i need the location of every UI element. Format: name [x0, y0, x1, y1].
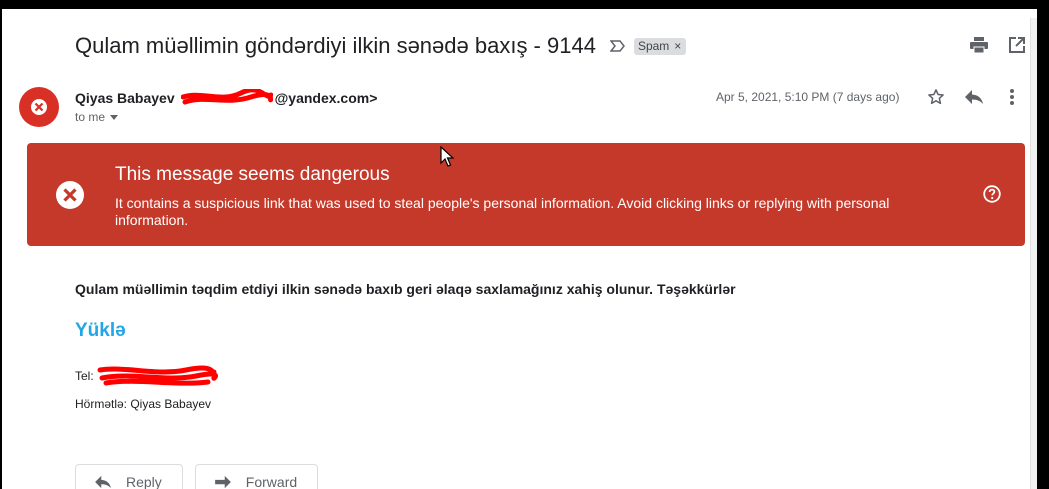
reply-icon[interactable]	[964, 87, 984, 107]
forward-label: Forward	[245, 474, 298, 489]
spam-label-text: Spam	[637, 38, 670, 53]
reply-actions: Reply Forward	[75, 464, 319, 489]
warning-x-icon	[55, 180, 85, 215]
remove-label-icon[interactable]: ×	[674, 39, 681, 53]
danger-warning-banner: This message seems dangerous It contains…	[27, 143, 1025, 246]
danger-x-icon	[31, 99, 47, 115]
sender-email: @yandex.com>	[274, 90, 378, 106]
more-options-icon[interactable]	[1002, 87, 1022, 107]
redacted-phone-scribble	[96, 364, 218, 388]
download-link[interactable]: Yüklə	[75, 320, 126, 342]
importance-marker-icon[interactable]	[609, 39, 626, 53]
open-in-new-window-icon[interactable]	[1007, 35, 1027, 55]
reply-button[interactable]: Reply	[75, 464, 183, 489]
scrollbar[interactable]	[1030, 18, 1037, 489]
redacted-email-scribble	[180, 87, 274, 107]
window-edge	[1037, 0, 1049, 489]
tel-line: Tel:	[75, 364, 218, 388]
caret-down-icon	[110, 114, 119, 120]
tel-label: Tel:	[75, 369, 94, 383]
message-text: Qulam müəllimin təqdim etdiyi ilkin sənə…	[75, 281, 736, 297]
recipient-details-toggle[interactable]: to me	[75, 110, 119, 124]
recipient-text: to me	[75, 110, 106, 124]
warning-body: It contains a suspicious link that was u…	[115, 195, 890, 228]
subject-row: Qulam müəllimin göndərdiyi ilkin sənədə …	[75, 33, 687, 59]
spam-label-chip[interactable]: Spam ×	[633, 37, 687, 55]
sender-name[interactable]: Qiyas Babayev	[75, 90, 175, 106]
email-subject: Qulam müəllimin göndərdiyi ilkin sənədə …	[75, 33, 596, 58]
forward-arrow-icon	[214, 475, 231, 489]
sender-avatar[interactable]	[19, 87, 59, 127]
email-date: Apr 5, 2021, 5:10 PM (7 days ago)	[716, 90, 900, 104]
reply-label: Reply	[126, 474, 162, 489]
warning-title: This message seems dangerous	[115, 164, 390, 185]
top-actions	[969, 35, 1037, 55]
header-actions	[926, 87, 1022, 107]
help-icon[interactable]	[983, 185, 1001, 208]
message-signoff: Hörmətlə: Qiyas Babayev	[75, 397, 212, 411]
email-view: Qulam müəllimin göndərdiyi ilkin sənədə …	[2, 9, 1037, 489]
star-icon[interactable]	[926, 87, 946, 107]
sender-row: Qiyas Babayev @yandex.com>	[75, 87, 378, 107]
mouse-cursor-icon	[440, 145, 455, 173]
reply-arrow-icon	[95, 475, 111, 489]
forward-button[interactable]: Forward	[194, 464, 319, 489]
print-icon[interactable]	[969, 35, 989, 55]
